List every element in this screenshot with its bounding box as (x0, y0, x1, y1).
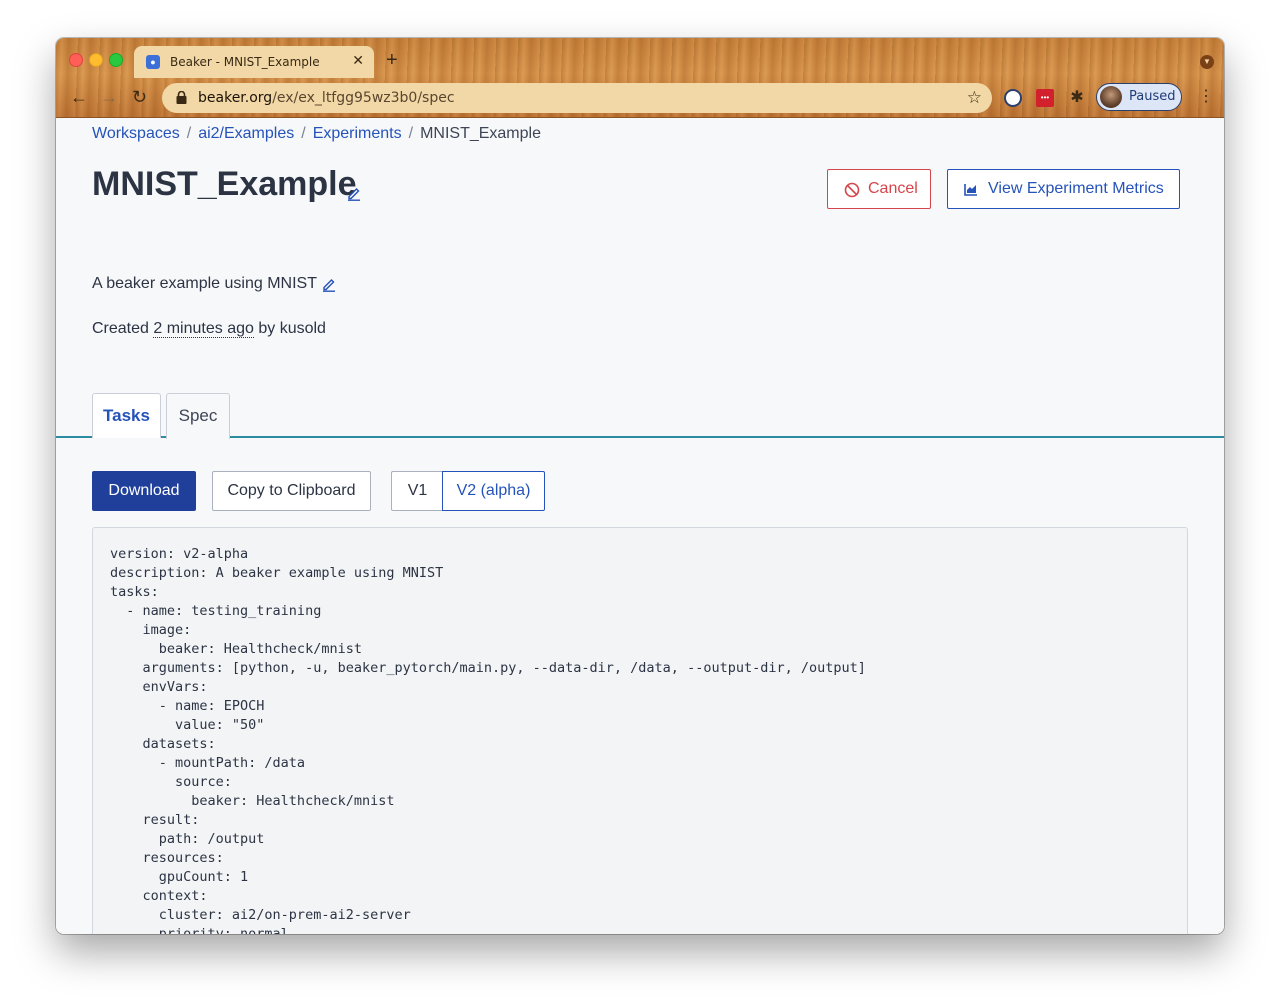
arrow-left-icon[interactable]: ← (70, 88, 88, 106)
beaker-favicon-icon: ● (146, 55, 160, 69)
chart-icon (964, 184, 977, 196)
view-metrics-button[interactable]: View Experiment Metrics (947, 169, 1180, 209)
profile-status: Paused (1129, 89, 1176, 104)
copy-to-clipboard-button[interactable]: Copy to Clipboard (212, 471, 371, 511)
experiment-description: A beaker example using MNIST (92, 275, 317, 292)
tab-title: Beaker - MNIST_Example (170, 55, 320, 69)
tab-search-icon[interactable]: ▼ (1200, 55, 1214, 69)
created-by: by kusold (258, 320, 326, 337)
tabs-divider (56, 436, 1224, 438)
breadcrumb-separator: / (301, 125, 306, 142)
breadcrumb-workspace[interactable]: ai2/Examples (198, 125, 294, 142)
puzzle-icon[interactable]: ✱ (1068, 89, 1086, 107)
new-tab-icon[interactable]: + (386, 50, 398, 70)
browser-chrome: ● Beaker - MNIST_Example ✕ + ▼ ← → ↻ bea… (56, 38, 1224, 118)
version-v2-button[interactable]: V2 (alpha) (442, 471, 545, 511)
edit-title-icon[interactable] (346, 185, 362, 201)
ban-icon (844, 182, 860, 198)
reload-icon[interactable]: ↻ (132, 88, 147, 106)
page-title: MNIST_Example (92, 165, 357, 203)
version-v1-button[interactable]: V1 (391, 471, 443, 511)
url-text: beaker.org/ex/ex_ltfgg95wz3b0/spec (198, 90, 455, 106)
star-icon[interactable]: ☆ (967, 88, 982, 108)
breadcrumb-current: MNIST_Example (420, 125, 541, 142)
cancel-label: Cancel (868, 180, 918, 197)
spec-yaml: version: v2-alpha description: A beaker … (110, 546, 866, 934)
download-button[interactable]: Download (92, 471, 196, 511)
tab-tasks[interactable]: Tasks (92, 393, 161, 438)
lock-icon (176, 91, 187, 104)
breadcrumb-experiments[interactable]: Experiments (313, 125, 402, 142)
breadcrumb-separator: / (408, 125, 414, 142)
avatar (1100, 86, 1122, 108)
lastpass-extension-icon[interactable]: ••• (1036, 89, 1054, 107)
breadcrumb: Workspaces / ai2/Examples / Experiments / MNIS… (92, 125, 541, 143)
breadcrumb-workspaces[interactable]: Workspaces (92, 125, 180, 142)
cancel-button[interactable]: Cancel (827, 169, 931, 209)
close-tab-icon[interactable]: ✕ (352, 52, 364, 69)
maximize-window-button[interactable] (109, 53, 123, 67)
minimize-window-button[interactable] (89, 53, 103, 67)
kebab-menu-icon[interactable]: ⋮ (1198, 88, 1214, 106)
tab-spec[interactable]: Spec (166, 393, 230, 439)
breadcrumb-separator: / (186, 125, 192, 142)
created-info: Created 2 minutes ago by kusold (92, 320, 326, 338)
page-content: Workspaces / ai2/Examples / Experiments / MNIS… (56, 118, 1224, 934)
password-extension-icon[interactable] (1004, 89, 1022, 107)
address-bar[interactable]: beaker.org/ex/ex_ltfgg95wz3b0/spec ☆ (162, 83, 992, 113)
spec-code-block: version: v2-alpha description: A beaker … (92, 527, 1188, 934)
browser-window: ● Beaker - MNIST_Example ✕ + ▼ ← → ↻ bea… (56, 38, 1224, 934)
edit-description-icon[interactable] (321, 276, 337, 292)
created-prefix: Created (92, 320, 149, 337)
browser-tab[interactable]: ● Beaker - MNIST_Example ✕ (134, 46, 374, 78)
close-window-button[interactable] (69, 53, 83, 67)
view-metrics-label: View Experiment Metrics (988, 180, 1164, 197)
arrow-right-icon[interactable]: → (100, 88, 118, 106)
created-time: 2 minutes ago (153, 320, 254, 338)
profile-button[interactable]: Paused (1096, 83, 1182, 111)
